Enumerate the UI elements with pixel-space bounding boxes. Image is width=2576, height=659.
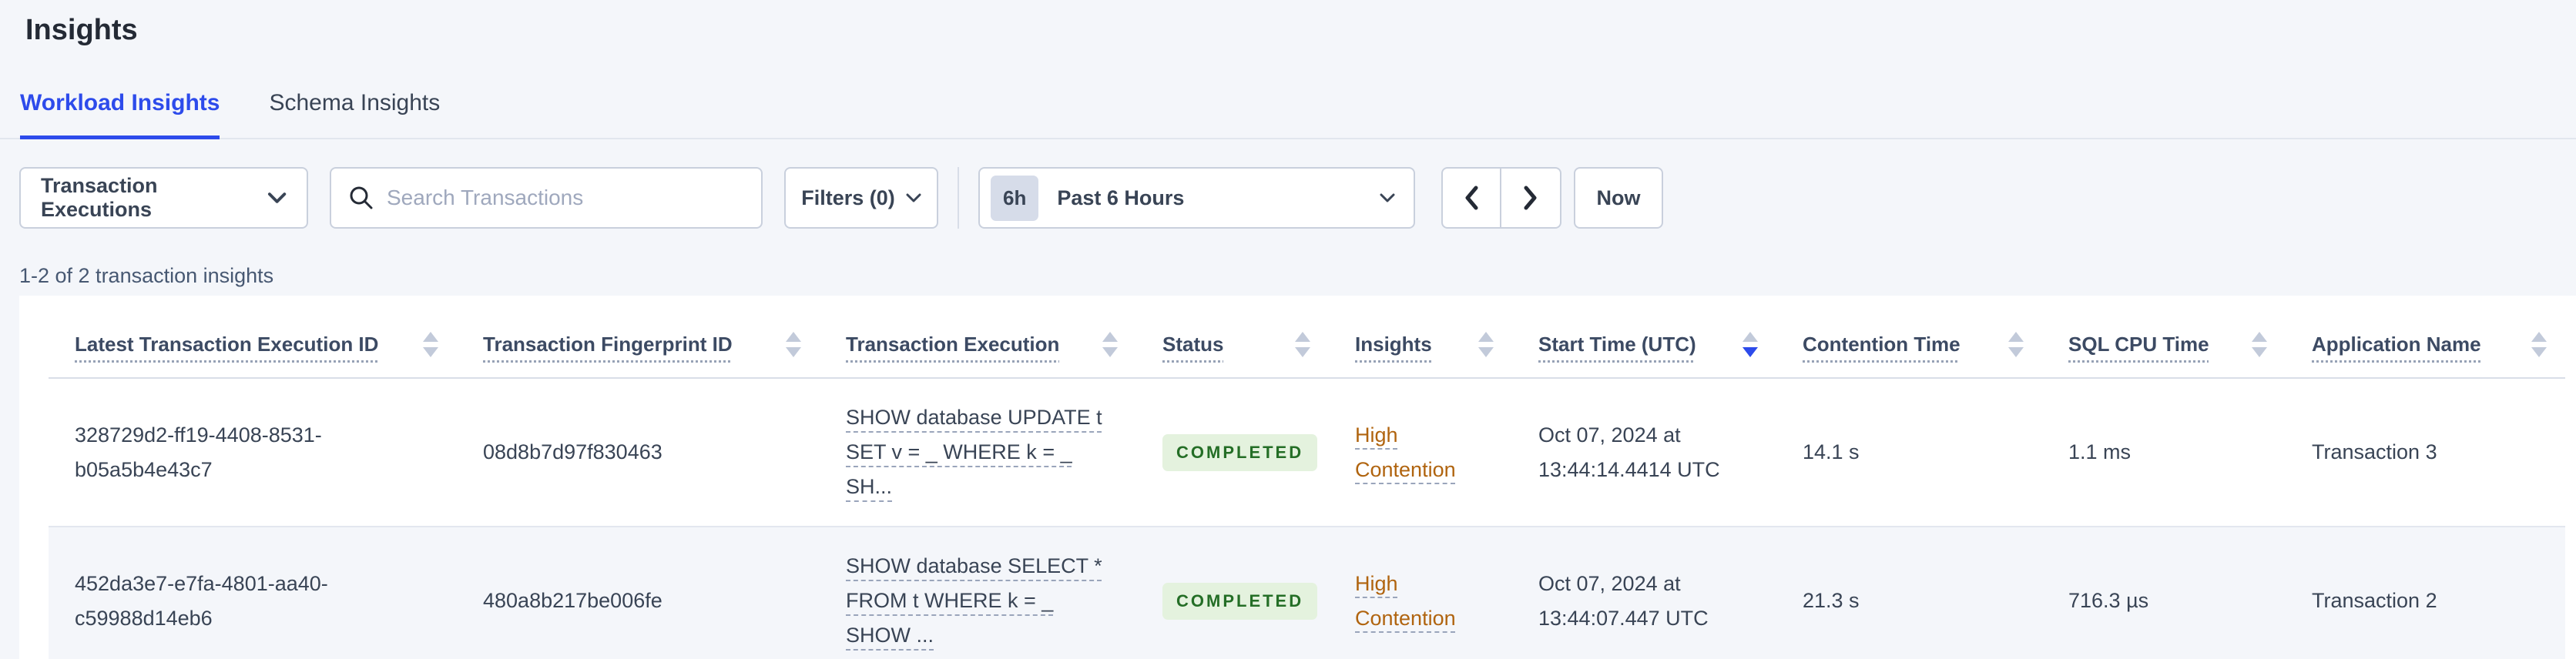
transaction-execution-link[interactable]: SHOW database SELECT * FROM t WHERE k = … bbox=[846, 554, 1102, 647]
now-button[interactable]: Now bbox=[1574, 167, 1663, 229]
column-header-latest-execution-id[interactable]: Latest Transaction Execution ID bbox=[49, 296, 457, 378]
cell-start-time: Oct 07, 2024 at 13:44:07.447 UTC bbox=[1538, 571, 1709, 630]
sort-icon[interactable] bbox=[1742, 331, 1758, 357]
execution-type-dropdown[interactable]: Transaction Executions bbox=[19, 167, 308, 229]
filters-button[interactable]: Filters (0) bbox=[784, 167, 938, 229]
column-header-status[interactable]: Status bbox=[1136, 296, 1329, 378]
insights-tabbar: Workload Insights Schema Insights bbox=[0, 89, 2576, 139]
sort-icon[interactable] bbox=[1478, 331, 1494, 357]
column-header-fingerprint-id[interactable]: Transaction Fingerprint ID bbox=[457, 296, 820, 378]
cell-insights: High Contention bbox=[1329, 527, 1512, 659]
cell-fingerprint-id: 08d8b7d97f830463 bbox=[483, 440, 662, 463]
chevron-down-icon bbox=[267, 192, 287, 203]
cell-start-time: Oct 07, 2024 at 13:44:14.4414 UTC bbox=[1538, 423, 1720, 481]
cell-status: COMPLETED bbox=[1136, 378, 1329, 527]
table-row: 328729d2-ff19-4408-8531-b05a5b4e43c7 08d… bbox=[49, 378, 2565, 527]
column-header-sql-cpu-time[interactable]: SQL CPU Time bbox=[2042, 296, 2286, 378]
cell-fingerprint-id: 480a8b217be006fe bbox=[483, 589, 662, 612]
sort-icon[interactable] bbox=[423, 331, 438, 357]
time-range-picker[interactable]: 6h Past 6 Hours bbox=[978, 167, 1415, 229]
time-next-button[interactable] bbox=[1501, 167, 1561, 229]
cell-application-name: Transaction 3 bbox=[2312, 440, 2437, 463]
search-box[interactable] bbox=[330, 167, 763, 229]
table-row: 452da3e7-e7fa-4801-aa40-c59988d14eb6 480… bbox=[49, 527, 2565, 659]
sort-icon[interactable] bbox=[1102, 331, 1118, 357]
cell-status: COMPLETED bbox=[1136, 527, 1329, 659]
filters-label: Filters (0) bbox=[801, 186, 895, 209]
search-input[interactable] bbox=[387, 186, 744, 210]
cell-insights: High Contention bbox=[1329, 378, 1512, 527]
column-header-transaction-execution[interactable]: Transaction Execution bbox=[820, 296, 1136, 378]
page-title: Insights bbox=[25, 14, 138, 46]
cell-contention-time: 21.3 s bbox=[1803, 589, 1860, 612]
high-contention-link[interactable]: High Contention bbox=[1355, 572, 1456, 630]
status-badge: COMPLETED bbox=[1162, 582, 1318, 620]
column-header-start-time[interactable]: Start Time (UTC) bbox=[1512, 296, 1776, 378]
cell-application-name: Transaction 2 bbox=[2312, 589, 2437, 612]
chevron-down-icon bbox=[906, 193, 921, 202]
cell-latest-execution-id: 328729d2-ff19-4408-8531-b05a5b4e43c7 bbox=[75, 423, 322, 481]
cell-latest-execution-id: 452da3e7-e7fa-4801-aa40-c59988d14eb6 bbox=[75, 571, 328, 630]
column-header-contention-time[interactable]: Contention Time bbox=[1776, 296, 2042, 378]
cell-contention-time: 14.1 s bbox=[1803, 440, 1860, 463]
time-window-nav bbox=[1441, 167, 1561, 229]
column-header-insights[interactable]: Insights bbox=[1329, 296, 1512, 378]
status-badge: COMPLETED bbox=[1162, 433, 1318, 471]
execution-type-label: Transaction Executions bbox=[41, 174, 158, 221]
tab-schema-insights[interactable]: Schema Insights bbox=[269, 89, 440, 139]
tab-workload-insights[interactable]: Workload Insights bbox=[20, 89, 220, 139]
cell-sql-cpu-time: 1.1 ms bbox=[2068, 440, 2132, 463]
toolbar-divider bbox=[958, 167, 959, 229]
time-interval-badge: 6h bbox=[991, 175, 1039, 221]
sort-icon[interactable] bbox=[786, 331, 801, 357]
table-header-row: Latest Transaction Execution ID Transact… bbox=[49, 296, 2565, 378]
search-icon bbox=[350, 186, 373, 209]
sort-icon[interactable] bbox=[1295, 331, 1310, 357]
cell-sql-cpu-time: 716.3 µs bbox=[2068, 589, 2149, 612]
time-range-label: Past 6 Hours bbox=[1057, 186, 1185, 209]
toolbar: Transaction Executions Filters (0) 6h Pa… bbox=[19, 167, 2576, 229]
time-prev-button[interactable] bbox=[1441, 167, 1501, 229]
results-count: 1-2 of 2 transaction insights bbox=[19, 264, 274, 287]
transaction-insights-table: Latest Transaction Execution ID Transact… bbox=[49, 296, 2565, 659]
transaction-execution-link[interactable]: SHOW database UPDATE t SET v = _ WHERE k… bbox=[846, 406, 1102, 498]
column-header-application-name[interactable]: Application Name bbox=[2286, 296, 2565, 378]
chevron-down-icon bbox=[1380, 193, 1395, 202]
sort-icon[interactable] bbox=[2008, 331, 2024, 357]
cell-transaction-execution: SHOW database SELECT * FROM t WHERE k = … bbox=[820, 527, 1136, 659]
sort-icon[interactable] bbox=[2252, 331, 2267, 357]
high-contention-link[interactable]: High Contention bbox=[1355, 423, 1456, 481]
chevron-right-icon bbox=[1524, 186, 1537, 210]
sort-icon[interactable] bbox=[2531, 331, 2547, 357]
cell-transaction-execution: SHOW database UPDATE t SET v = _ WHERE k… bbox=[820, 378, 1136, 527]
insights-table-card: Latest Transaction Execution ID Transact… bbox=[19, 296, 2576, 659]
chevron-left-icon bbox=[1465, 186, 1478, 210]
